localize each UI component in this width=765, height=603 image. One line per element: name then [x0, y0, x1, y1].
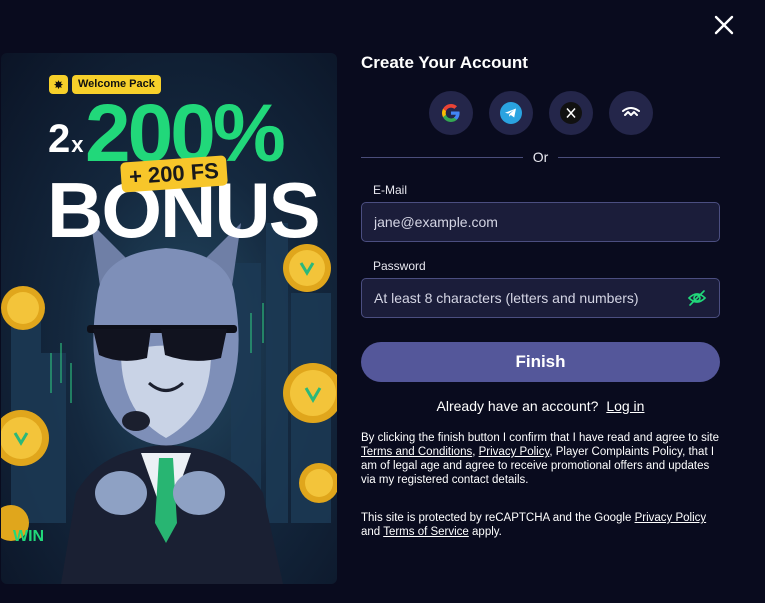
terms-text-a: By clicking the finish button I confirm …	[361, 432, 719, 444]
email-label: E-Mail	[373, 183, 408, 197]
recaptcha-text-b: and	[361, 526, 384, 538]
recaptcha-notice: This site is protected by reCAPTCHA and …	[361, 511, 723, 539]
x-login-button[interactable]	[549, 91, 593, 135]
bonus-multiplier: 2x	[48, 117, 84, 161]
or-text: Or	[532, 149, 549, 165]
google-login-button[interactable]	[429, 91, 473, 135]
social-login-group	[429, 91, 653, 135]
x-icon	[560, 102, 582, 124]
finish-button[interactable]: Finish	[361, 342, 720, 382]
login-prompt: Already have an account? Log in	[361, 398, 720, 414]
walletconnect-login-button[interactable]	[609, 91, 653, 135]
google-privacy-link[interactable]: Privacy Policy	[635, 512, 707, 524]
telegram-login-button[interactable]	[489, 91, 533, 135]
terms-of-service-link[interactable]: Terms of Service	[383, 526, 469, 538]
privacy-policy-link[interactable]: Privacy Policy	[479, 446, 550, 458]
recaptcha-text-c: apply.	[468, 526, 502, 538]
terms-link[interactable]: Terms and Conditions	[361, 446, 472, 458]
or-divider: Or	[361, 149, 720, 165]
password-label: Password	[373, 259, 426, 273]
star-icon: ✸	[49, 75, 68, 94]
terms-notice: By clicking the finish button I confirm …	[361, 431, 723, 487]
recaptcha-text-a: This site is protected by reCAPTCHA and …	[361, 512, 635, 524]
close-icon[interactable]	[712, 13, 736, 37]
telegram-icon	[500, 102, 522, 124]
form-title: Create Your Account	[361, 53, 528, 72]
svg-text:WIN: WIN	[13, 528, 44, 545]
login-link[interactable]: Log in	[606, 398, 644, 414]
walletconnect-icon	[622, 107, 640, 116]
have-account-text: Already have an account?	[436, 398, 599, 414]
password-field[interactable]	[361, 278, 720, 318]
google-icon	[442, 104, 460, 122]
eye-off-icon[interactable]	[687, 288, 707, 308]
promo-banner: WIN ✸ Welcome Pack 2x 200% BONUS + 200 F…	[1, 53, 337, 584]
email-field[interactable]	[361, 202, 720, 242]
